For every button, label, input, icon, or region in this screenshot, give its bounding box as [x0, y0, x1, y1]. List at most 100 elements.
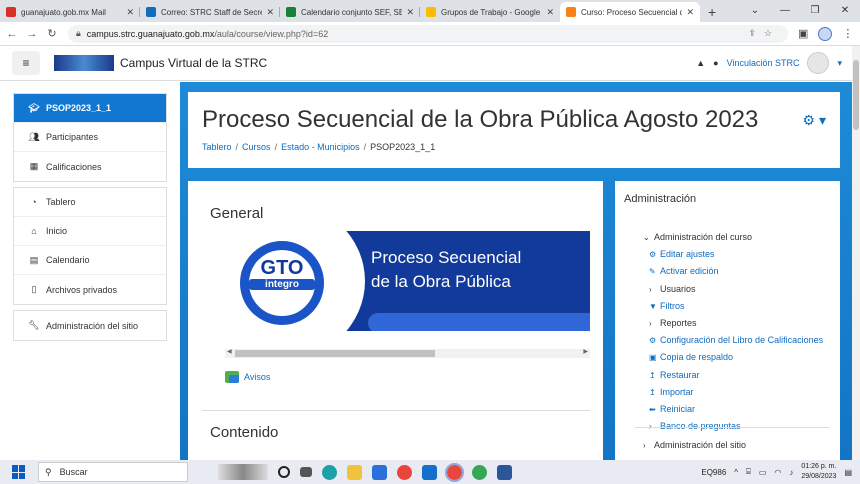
new-tab-button[interactable]: +: [700, 2, 724, 22]
filtros-link[interactable]: ▼ Filtros: [643, 298, 843, 315]
sidebar-item-admin-sitio[interactable]: 🔧︎ Administración del sitio: [14, 311, 166, 340]
avisos-forum-link[interactable]: Avisos: [225, 371, 270, 383]
left-sidebar: 🎓︎ PSOP2023_1_1 👥︎ Participantes ▦ Califica…: [13, 93, 167, 346]
volume-icon[interactable]: ♪: [789, 468, 793, 477]
edge-icon[interactable]: [322, 464, 337, 480]
task-view-icon[interactable]: [300, 467, 312, 477]
close-tab-icon[interactable]: ✕: [686, 7, 694, 18]
sidebar-item-tablero[interactable]: ◔ Tablero: [14, 188, 166, 217]
forward-icon[interactable]: →: [24, 28, 40, 40]
scrollbar-thumb[interactable]: [235, 350, 435, 357]
tree-node-course-admin[interactable]: ⌄ Administración del curso: [643, 229, 843, 246]
tree-node-site-admin[interactable]: › Administración del sitio: [643, 440, 746, 450]
search-icon: ⚲: [45, 466, 52, 477]
page-title: Proceso Secuencial de la Obra Pública Ag…: [202, 106, 759, 133]
sidebar-item-calificaciones[interactable]: ▦ Calificaciones: [14, 152, 166, 181]
file-explorer-icon[interactable]: [347, 464, 362, 480]
network-icon[interactable]: ⌸: [746, 467, 751, 477]
user-name[interactable]: Vinculación STRC: [727, 58, 800, 68]
cortana-icon[interactable]: [278, 466, 290, 478]
sidebar-item-inicio[interactable]: ⌂ Inicio: [14, 217, 166, 246]
drive-favicon-icon: [426, 7, 436, 17]
store-icon[interactable]: [372, 464, 387, 480]
page-scrollbar[interactable]: [852, 46, 860, 460]
hamburger-menu-icon[interactable]: ≡: [12, 51, 40, 75]
mail-icon[interactable]: [422, 464, 437, 480]
sidebar-item-course[interactable]: 🎓︎ PSOP2023_1_1: [14, 94, 166, 123]
user-menu-caret-icon[interactable]: ▾: [837, 58, 842, 69]
breadcrumb-link[interactable]: Tablero: [202, 142, 232, 152]
chevron-right-icon: ›: [649, 319, 652, 329]
share-icon[interactable]: ⇪: [748, 28, 764, 38]
forum-icon: [225, 371, 239, 383]
scroll-left-arrow-icon[interactable]: ◀: [227, 348, 232, 355]
config-libro-calificaciones-link[interactable]: ⚙︎ Configuración del Libro de Calificacio…: [643, 332, 843, 349]
importar-link[interactable]: ↥ Importar: [643, 384, 843, 401]
copia-respaldo-link[interactable]: ▣ Copia de respaldo: [643, 349, 843, 366]
lock-icon[interactable]: 🔒︎: [76, 28, 81, 39]
dashboard-icon: ◔: [31, 197, 37, 207]
tab-title: Curso: Proceso Secuencial de: [581, 7, 683, 17]
tree-node-usuarios[interactable]: › Usuarios: [643, 281, 843, 298]
user-avatar[interactable]: [807, 52, 830, 74]
scroll-right-arrow-icon[interactable]: ▶: [583, 348, 588, 355]
tray-label[interactable]: EQ986: [701, 468, 726, 477]
windows-start-icon[interactable]: [12, 465, 26, 479]
wifi-icon[interactable]: ◠: [774, 468, 781, 477]
system-clock[interactable]: 01:26 p. m. 29/08/2023: [801, 462, 836, 482]
tab-search-icon[interactable]: ⌄: [740, 0, 770, 22]
breadcrumb-link[interactable]: Estado - Municipios: [281, 142, 360, 152]
chrome-icon[interactable]: [397, 464, 412, 480]
site-nav-block: ◔ Tablero ⌂ Inicio ▤ Calendario ▯ Archivos p…: [13, 187, 167, 305]
sidebar-item-calendario[interactable]: ▤ Calendario: [14, 246, 166, 275]
bookmark-star-icon[interactable]: ☆: [764, 28, 780, 38]
sidebar-item-label: Tablero: [46, 197, 76, 207]
word-icon[interactable]: [497, 464, 512, 480]
browser-tab[interactable]: Calendario conjunto SEF, SEA ✕: [280, 2, 420, 22]
sidepanel-icon[interactable]: ▣: [798, 27, 808, 40]
site-name[interactable]: Campus Virtual de la STRC: [120, 56, 267, 70]
taskbar-widget-image[interactable]: [218, 464, 268, 480]
profile-avatar[interactable]: [818, 26, 833, 41]
browser-tab-active[interactable]: Curso: Proceso Secuencial de ✕: [560, 2, 700, 22]
course-settings-gear-icon[interactable]: ⚙︎ ▾: [803, 112, 826, 129]
tree-node-reportes[interactable]: › Reportes: [643, 315, 843, 332]
backup-icon: ▣: [649, 353, 657, 363]
chrome-alt-icon[interactable]: [472, 464, 487, 480]
minimize-icon[interactable]: —: [770, 0, 800, 22]
browser-tab[interactable]: guanajuato.gob.mx Mail ✕: [0, 2, 140, 22]
restore-icon[interactable]: ❐: [800, 0, 830, 22]
chevron-up-icon[interactable]: ^: [734, 468, 738, 477]
close-window-icon[interactable]: ✕: [830, 0, 860, 22]
gto-logo-text: GTO: [260, 257, 304, 279]
editar-ajustes-link[interactable]: ⚙︎ Editar ajustes: [643, 246, 843, 263]
url-bar[interactable]: 🔒︎ campus.strc.guanajuato.gob.mx/aula/co…: [68, 24, 788, 43]
banner-horizontal-scrollbar[interactable]: ◀ ▶: [225, 349, 590, 358]
reload-icon[interactable]: ↻: [44, 27, 60, 40]
close-tab-icon[interactable]: ✕: [546, 7, 554, 18]
notifications-icon[interactable]: ▤: [844, 468, 852, 477]
activar-edicion-link[interactable]: ✎ Activar edición: [643, 263, 843, 280]
browser-tab[interactable]: Grupos de Trabajo - Google ✕: [420, 2, 560, 22]
reiniciar-link[interactable]: ⬅ Reiniciar: [643, 401, 843, 418]
site-logo[interactable]: [54, 55, 114, 71]
browser-tab[interactable]: Correo: STRC Staff de Secreta ✕: [140, 2, 280, 22]
scrollbar-thumb[interactable]: [853, 60, 859, 130]
close-tab-icon[interactable]: ✕: [126, 7, 134, 18]
pencil-icon: ✎: [649, 267, 656, 277]
sidebar-item-archivos[interactable]: ▯ Archivos privados: [14, 275, 166, 304]
restaurar-link[interactable]: ↥ Restaurar: [643, 367, 843, 384]
close-tab-icon[interactable]: ✕: [406, 7, 414, 18]
upload-icon: ↥: [649, 370, 656, 380]
back-icon[interactable]: ←: [4, 28, 20, 40]
notification-bell-icon[interactable]: ▲: [696, 58, 705, 68]
breadcrumb-link[interactable]: Cursos: [242, 142, 271, 152]
taskbar-search[interactable]: ⚲ Buscar: [38, 462, 188, 482]
file-icon: ▯: [31, 284, 37, 294]
menu-kebab-icon[interactable]: ⋮: [842, 27, 853, 40]
messages-icon[interactable]: ●: [713, 58, 718, 68]
sidebar-item-participantes[interactable]: 👥︎ Participantes: [14, 123, 166, 152]
battery-icon[interactable]: ▭: [759, 468, 767, 477]
close-tab-icon[interactable]: ✕: [266, 7, 274, 18]
chrome-profile-icon[interactable]: [445, 462, 464, 482]
